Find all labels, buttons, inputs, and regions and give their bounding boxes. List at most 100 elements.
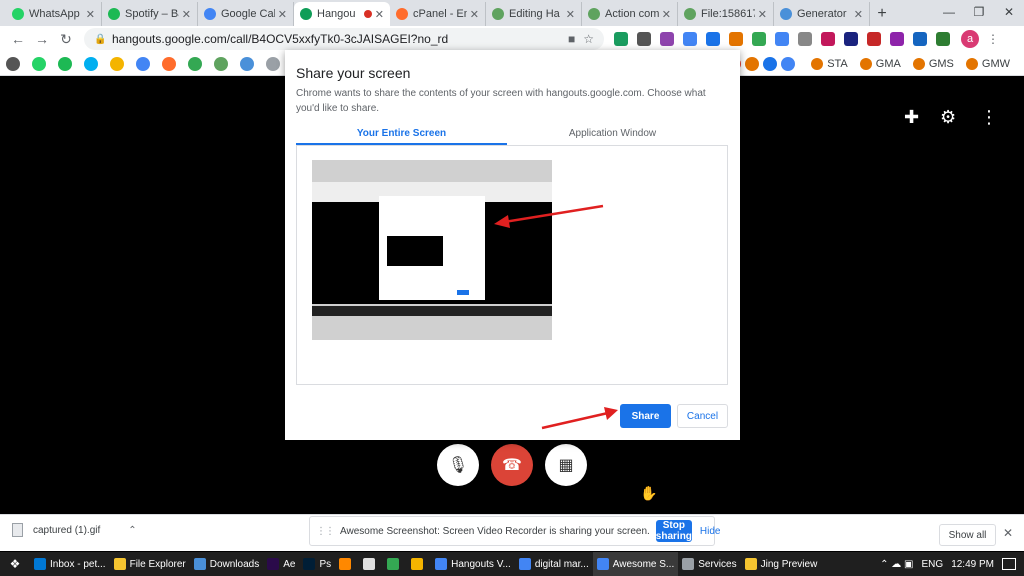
forward-icon[interactable]: →	[30, 31, 54, 47]
profile-avatar[interactable]: a	[961, 30, 979, 48]
taskbar-app[interactable]: Awesome S...	[592, 552, 679, 576]
tab-item[interactable]: Action com ✕	[582, 2, 678, 26]
tab-item[interactable]: Spotify – Ba ✕	[102, 2, 198, 26]
close-tab-icon[interactable]: ✕	[854, 8, 863, 21]
bookmark-icon[interactable]	[266, 56, 280, 71]
tab-item[interactable]: Generator ✕	[774, 2, 870, 26]
clock-time[interactable]: 12:49 PM	[951, 559, 994, 570]
bookmark-icon[interactable]	[240, 56, 254, 71]
bookmark-icon[interactable]	[110, 56, 124, 71]
camera-icon[interactable]: ■	[568, 32, 575, 46]
bookmark-gmw[interactable]: GMW	[965, 58, 1010, 70]
more-options-icon[interactable]: ⋮	[980, 107, 998, 128]
tab-application-window[interactable]: Application Window	[507, 123, 718, 145]
taskbar-app[interactable]: Hangouts V...	[431, 552, 515, 576]
extension-icon[interactable]	[936, 32, 950, 46]
taskbar-app[interactable]: Ps	[299, 552, 335, 576]
bookmark-icon[interactable]	[781, 57, 796, 71]
extension-icon[interactable]	[614, 32, 628, 46]
bookmark-gms[interactable]: GMS	[912, 58, 954, 70]
tab-item[interactable]: Hangou ✕	[294, 2, 390, 26]
taskbar-app[interactable]	[335, 552, 359, 576]
close-tab-icon[interactable]: ✕	[566, 8, 575, 21]
extension-icon[interactable]	[890, 32, 904, 46]
download-item[interactable]: captured (1).gif ⌃	[12, 523, 137, 537]
bookmark-icon[interactable]	[32, 56, 46, 71]
close-window-icon[interactable]: ✕	[994, 0, 1024, 24]
taskbar-app[interactable]	[383, 552, 407, 576]
address-bar[interactable]: 🔒 hangouts.google.com/call/B4OCV5xxfyTk0…	[84, 28, 604, 50]
drag-handle-icon[interactable]: ⋮⋮	[316, 526, 335, 537]
tab-item[interactable]: Editing Ha ✕	[486, 2, 582, 26]
extension-icon[interactable]	[821, 32, 835, 46]
tab-item[interactable]: Google Cale✕	[198, 2, 294, 26]
tab-entire-screen[interactable]: Your Entire Screen	[296, 123, 507, 145]
bookmark-icon[interactable]	[58, 56, 72, 71]
reload-icon[interactable]: ↻	[54, 31, 78, 48]
new-tab-button[interactable]: +	[870, 2, 894, 26]
close-tab-icon[interactable]: ✕	[662, 8, 671, 21]
chevron-up-icon[interactable]: ⌃	[128, 525, 136, 536]
hang-up-button[interactable]: ☎	[491, 444, 533, 486]
minimize-icon[interactable]: —	[934, 0, 964, 24]
bookmark-icon[interactable]	[162, 56, 176, 71]
close-tab-icon[interactable]: ✕	[470, 8, 479, 21]
camera-off-button[interactable]: ▦	[545, 444, 587, 486]
bookmark-icon[interactable]	[745, 57, 760, 71]
close-shelf-icon[interactable]: ✕	[1003, 526, 1013, 540]
tray-icons[interactable]: ⌃ ☁ ▣	[880, 559, 913, 570]
cancel-button[interactable]: Cancel	[677, 404, 728, 428]
bookmark-icon[interactable]	[188, 56, 202, 71]
bookmark-icon[interactable]	[214, 56, 228, 71]
extension-icon[interactable]	[867, 32, 881, 46]
extension-icon[interactable]	[729, 32, 743, 46]
taskbar-app[interactable]: Downloads	[190, 552, 263, 576]
tab-item[interactable]: cPanel - Em✕	[390, 2, 486, 26]
bookmark-icon[interactable]	[136, 56, 150, 71]
chrome-menu-icon[interactable]: ⋮	[987, 32, 999, 46]
stop-sharing-button[interactable]: Stop sharing	[655, 520, 692, 542]
extension-icon[interactable]	[752, 32, 766, 46]
tab-item[interactable]: WhatsApp ✕	[6, 2, 102, 26]
language-indicator[interactable]: ENG	[922, 559, 944, 570]
windows-start-icon[interactable]: ❖	[0, 557, 30, 571]
close-tab-icon[interactable]: ✕	[182, 8, 191, 21]
close-tab-icon[interactable]: ✕	[278, 8, 287, 21]
settings-gear-icon[interactable]: ⚙	[940, 107, 956, 128]
taskbar-app[interactable]: Services	[678, 552, 740, 576]
bookmark-sta[interactable]: STA	[811, 58, 848, 70]
extension-icon[interactable]	[775, 32, 789, 46]
taskbar-app[interactable]	[359, 552, 383, 576]
star-icon[interactable]: ☆	[583, 32, 594, 46]
close-tab-icon[interactable]: ✕	[86, 8, 95, 21]
taskbar-app[interactable]: Inbox - pet...	[30, 552, 110, 576]
extension-icon[interactable]	[844, 32, 858, 46]
extension-icon[interactable]	[660, 32, 674, 46]
screen-thumbnail[interactable]	[312, 160, 552, 340]
share-button[interactable]: Share	[620, 404, 671, 428]
close-tab-icon[interactable]: ✕	[758, 8, 767, 21]
tab-item[interactable]: File:158617 ✕	[678, 2, 774, 26]
bookmark-gma[interactable]: GMA	[859, 58, 901, 70]
extension-icon[interactable]	[683, 32, 697, 46]
taskbar-app[interactable]: File Explorer	[110, 552, 190, 576]
notification-icon[interactable]	[1002, 558, 1016, 570]
taskbar-app[interactable]: digital mar...	[515, 552, 593, 576]
bookmark-icon[interactable]	[84, 56, 98, 71]
bookmark-icon[interactable]	[6, 56, 20, 71]
restore-icon[interactable]: ❐	[964, 0, 994, 24]
taskbar-app[interactable]: Ae	[263, 552, 299, 576]
show-all-button[interactable]: Show all	[939, 524, 996, 546]
add-person-icon[interactable]: ✚	[904, 107, 919, 128]
extension-icon[interactable]	[798, 32, 812, 46]
extension-icon[interactable]	[706, 32, 720, 46]
extension-icon[interactable]	[637, 32, 651, 46]
back-icon[interactable]: ←	[6, 31, 30, 47]
taskbar-app[interactable]	[407, 552, 431, 576]
mute-microphone-button[interactable]: 🎙	[437, 444, 479, 486]
close-tab-icon[interactable]: ✕	[375, 8, 384, 21]
taskbar-app[interactable]: Jing Preview	[741, 552, 822, 576]
extension-icon[interactable]	[913, 32, 927, 46]
bookmark-icon[interactable]	[763, 57, 778, 71]
hide-link[interactable]: Hide	[700, 526, 721, 537]
